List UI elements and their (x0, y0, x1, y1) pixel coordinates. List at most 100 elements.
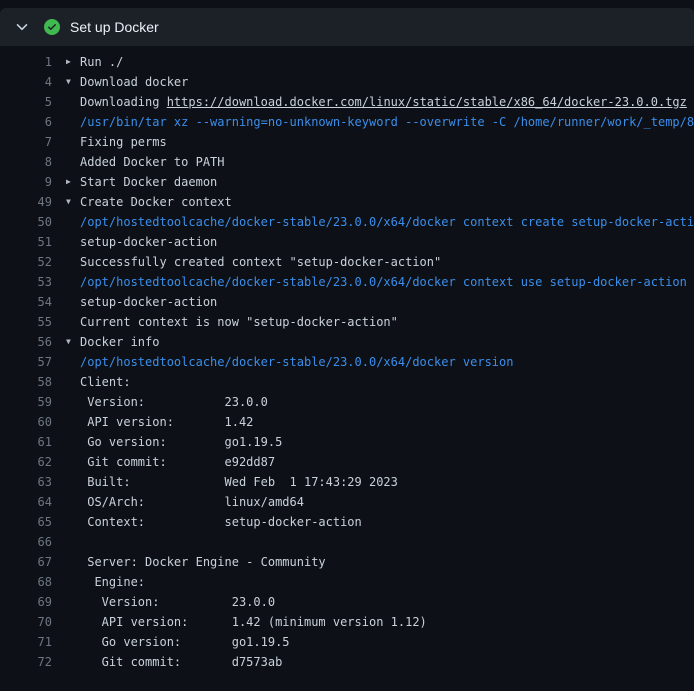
log-text: OS/Arch: linux/amd64 (80, 492, 304, 512)
log-line: 53/opt/hostedtoolcache/docker-stable/23.… (0, 272, 694, 292)
log-text: Context: setup-docker-action (80, 512, 362, 532)
log-line: 49▼Create Docker context (0, 192, 694, 212)
line-number[interactable]: 57 (0, 352, 52, 372)
line-number[interactable]: 1 (0, 52, 52, 72)
line-content: API version: 1.42 (minimum version 1.12) (66, 612, 694, 632)
log-line: 66 (0, 532, 694, 552)
log-link[interactable]: https://download.docker.com/linux/static… (167, 92, 687, 112)
line-number[interactable]: 58 (0, 372, 52, 392)
line-number[interactable]: 55 (0, 312, 52, 332)
log-line: 5 Downloading https://download.docker.com… (0, 92, 694, 112)
log-line: 52Successfully created context "setup-do… (0, 252, 694, 272)
line-content: Downloading https://download.docker.com/… (66, 92, 694, 112)
line-content: /opt/hostedtoolcache/docker-stable/23.0.… (66, 272, 694, 292)
line-number[interactable]: 51 (0, 232, 52, 252)
line-content: Server: Docker Engine - Community (66, 552, 694, 572)
line-number[interactable]: 9 (0, 172, 52, 192)
line-content: Client: (66, 372, 694, 392)
line-content: ▼Download docker (66, 72, 694, 92)
line-content: setup-docker-action (66, 232, 694, 252)
line-content: ▶Start Docker daemon (66, 172, 694, 192)
log-command-text: /opt/hostedtoolcache/docker-stable/23.0.… (80, 272, 687, 292)
log-line: 59 Version: 23.0.0 (0, 392, 694, 412)
log-text: Downloading (80, 92, 167, 112)
log-text: Run ./ (80, 52, 123, 72)
group-expanded-icon[interactable]: ▼ (66, 72, 80, 92)
line-number[interactable]: 52 (0, 252, 52, 272)
log-line: 56 ▼Docker info (0, 332, 694, 352)
line-number[interactable]: 67 (0, 552, 52, 572)
log-line: 1 ▶Run ./ (0, 52, 694, 72)
line-number[interactable]: 5 (0, 92, 52, 112)
log-text: Client: (80, 372, 131, 392)
line-content: Built: Wed Feb 1 17:43:29 2023 (66, 472, 694, 492)
chevron-down-icon[interactable] (14, 19, 30, 35)
group-expanded-icon[interactable]: ▼ (66, 332, 80, 352)
group-expanded-icon[interactable]: ▼ (66, 192, 80, 212)
line-content: Current context is now "setup-docker-act… (66, 312, 694, 332)
line-number[interactable]: 68 (0, 572, 52, 592)
log-text: Docker info (80, 332, 159, 352)
line-number[interactable]: 53 (0, 272, 52, 292)
log-line: 54 setup-docker-action (0, 292, 694, 312)
log-line: 64 OS/Arch: linux/amd64 (0, 492, 694, 512)
log-line: 62 Git commit: e92dd87 (0, 452, 694, 472)
step-header[interactable]: Set up Docker (0, 8, 694, 46)
line-number[interactable]: 69 (0, 592, 52, 612)
actions-log-panel: Set up Docker 1▶Run ./4▼Download docker5… (0, 8, 694, 691)
line-number[interactable]: 7 (0, 132, 52, 152)
line-content: Go version: go1.19.5 (66, 632, 694, 652)
line-number[interactable]: 54 (0, 292, 52, 312)
line-number[interactable]: 4 (0, 72, 52, 92)
line-number[interactable]: 64 (0, 492, 52, 512)
log-line: 61 Go version: go1.19.5 (0, 432, 694, 452)
log-text: Current context is now "setup-docker-act… (80, 312, 398, 332)
group-collapsed-icon[interactable]: ▶ (66, 52, 80, 72)
line-number[interactable]: 50 (0, 212, 52, 232)
line-content: API version: 1.42 (66, 412, 694, 432)
line-content: Engine: (66, 572, 694, 592)
log-line: 70 API version: 1.42 (minimum version 1.… (0, 612, 694, 632)
log-container: 1▶Run ./4▼Download docker5Downloading ht… (0, 46, 694, 672)
step-title: Set up Docker (70, 19, 159, 35)
log-text: Built: Wed Feb 1 17:43:29 2023 (80, 472, 398, 492)
line-number[interactable]: 72 (0, 652, 52, 672)
log-line: 67 Server: Docker Engine - Community (0, 552, 694, 572)
line-number[interactable]: 70 (0, 612, 52, 632)
success-check-icon (44, 19, 60, 35)
log-text: Git commit: d7573ab (80, 652, 282, 672)
log-line: 58 Client: (0, 372, 694, 392)
log-text: Git commit: e92dd87 (80, 452, 275, 472)
line-number[interactable]: 60 (0, 412, 52, 432)
line-number[interactable]: 56 (0, 332, 52, 352)
log-line: 7Fixing perms (0, 132, 694, 152)
line-number[interactable]: 49 (0, 192, 52, 212)
line-number[interactable]: 61 (0, 432, 52, 452)
log-line: 68 Engine: (0, 572, 694, 592)
line-content: Version: 23.0.0 (66, 592, 694, 612)
line-content: Version: 23.0.0 (66, 392, 694, 412)
line-number[interactable]: 6 (0, 112, 52, 132)
line-number[interactable]: 71 (0, 632, 52, 652)
log-text: setup-docker-action (80, 292, 217, 312)
log-command-text: /usr/bin/tar xz --warning=no-unknown-key… (80, 112, 694, 132)
group-collapsed-icon[interactable]: ▶ (66, 172, 80, 192)
line-number[interactable]: 63 (0, 472, 52, 492)
line-number[interactable]: 66 (0, 532, 52, 552)
log-line: 63 Built: Wed Feb 1 17:43:29 2023 (0, 472, 694, 492)
log-line: 8 Added Docker to PATH (0, 152, 694, 172)
log-line: 60 API version: 1.42 (0, 412, 694, 432)
log-text: Start Docker daemon (80, 172, 217, 192)
line-number[interactable]: 62 (0, 452, 52, 472)
line-content: setup-docker-action (66, 292, 694, 312)
line-content: /opt/hostedtoolcache/docker-stable/23.0.… (66, 212, 694, 232)
line-number[interactable]: 59 (0, 392, 52, 412)
line-number[interactable]: 65 (0, 512, 52, 532)
log-line: 55 Current context is now "setup-docker-a… (0, 312, 694, 332)
line-content: /opt/hostedtoolcache/docker-stable/23.0.… (66, 352, 694, 372)
line-number[interactable]: 8 (0, 152, 52, 172)
log-text: Download docker (80, 72, 188, 92)
line-content: Added Docker to PATH (66, 152, 694, 172)
log-text: Go version: go1.19.5 (80, 432, 282, 452)
log-command-text: /opt/hostedtoolcache/docker-stable/23.0.… (80, 212, 694, 232)
